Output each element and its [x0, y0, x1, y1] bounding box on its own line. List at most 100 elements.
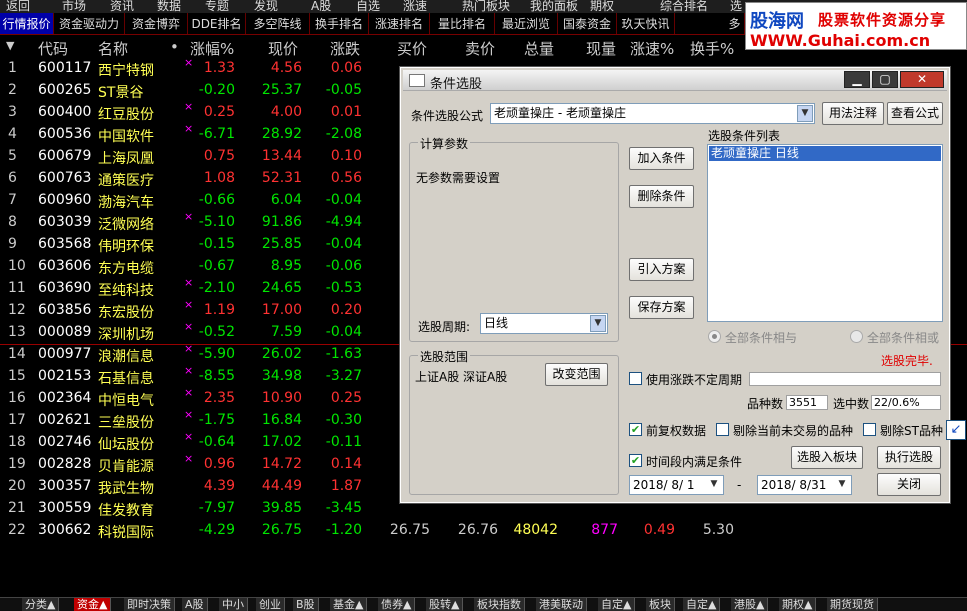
col-cur-volume[interactable]: 现量 [586, 38, 616, 59]
bottom-tab-6[interactable]: B股 [293, 598, 319, 611]
exclude-untraded-checkbox[interactable] [716, 423, 729, 436]
tab-3[interactable]: DDE排名 [188, 13, 246, 34]
tab-11[interactable]: 多 [725, 13, 745, 34]
menu-item-9[interactable]: 热门板块 [462, 0, 510, 13]
bottom-tab-10[interactable]: 板块指数 [474, 598, 525, 611]
bottom-tab-8[interactable]: 债券▲ [378, 598, 416, 611]
tab-9[interactable]: 国泰资金 [558, 13, 617, 34]
period-condition-checkbox[interactable]: ✔ [629, 454, 642, 467]
col-change[interactable]: 涨跌 [330, 38, 360, 59]
add-condition-button[interactable]: 加入条件 [629, 147, 694, 170]
condition-list-label: 选股条件列表 [708, 129, 781, 143]
tab-2[interactable]: 资金博弈 [125, 13, 188, 34]
bottom-tab-9[interactable]: 股转▲ [426, 598, 464, 611]
bottom-tab-14[interactable]: 自定▲ [683, 598, 721, 611]
menu-item-8[interactable]: 涨速 [403, 0, 427, 13]
progress-bar [749, 372, 941, 386]
menu-item-3[interactable]: 数据 [157, 0, 181, 13]
tab-10[interactable]: 玖天快讯 [617, 13, 675, 34]
close-icon[interactable]: ✕ [900, 71, 944, 88]
tab-6[interactable]: 涨速排名 [369, 13, 430, 34]
mark-icon: × [184, 210, 194, 223]
col-turnover[interactable]: 换手% [690, 38, 734, 59]
bottom-tab-16[interactable]: 期权▲ [779, 598, 817, 611]
tab-8[interactable]: 最近浏览 [495, 13, 558, 34]
bottom-tab-11[interactable]: 港美联动 [536, 598, 587, 611]
bottom-tab-4[interactable]: 中小 [219, 598, 248, 611]
menu-item-2[interactable]: 资讯 [110, 0, 134, 13]
count-label: 品种数 [747, 397, 784, 411]
menu-item-7[interactable]: 自选 [356, 0, 380, 13]
bottom-tab-12[interactable]: 自定▲ [598, 598, 636, 611]
col-ask[interactable]: 卖价 [465, 38, 495, 59]
col-name[interactable]: 名称 [98, 38, 128, 59]
bottom-tab-1[interactable]: 资金▲ [74, 598, 112, 611]
save-plan-button[interactable]: 保存方案 [629, 296, 694, 319]
tab-4[interactable]: 多空阵线 [246, 13, 310, 34]
condition-list[interactable]: 老顽童操庄 日线 [707, 144, 943, 322]
bottom-tab-2[interactable]: 即时决策 [124, 598, 175, 611]
uncertain-period-checkbox[interactable] [629, 372, 642, 385]
bottom-tab-7[interactable]: 基金▲ [330, 598, 368, 611]
col-mark[interactable]: • [170, 38, 179, 56]
change-scope-button[interactable]: 改变范围 [545, 363, 608, 386]
formula-select[interactable]: 老顽童操庄 - 老顽童操庄 ▼ [490, 103, 815, 124]
radio-or[interactable] [850, 330, 863, 343]
exclude-st-checkbox[interactable] [863, 423, 876, 436]
bottom-tab-13[interactable]: 板块 [646, 598, 675, 611]
condition-list-item[interactable]: 老顽童操庄 日线 [709, 146, 941, 161]
menu-item-1[interactable]: 市场 [62, 0, 86, 13]
bottom-tab-15[interactable]: 港股▲ [731, 598, 769, 611]
usage-notes-button[interactable]: 用法注释 [822, 102, 884, 125]
bottom-tab-3[interactable]: A股 [182, 598, 208, 611]
calendar-dropdown-icon[interactable]: ▼ [834, 477, 850, 493]
table-row[interactable]: 22 300662 科锐国际 -4.29 26.75 -1.20 26.75 26.76 480… [0, 520, 967, 542]
radio-and[interactable] [708, 330, 721, 343]
tab-0[interactable]: 行情报价 [0, 13, 54, 34]
close-button[interactable]: 关闭 [877, 473, 941, 496]
tab-7[interactable]: 量比排名 [430, 13, 495, 34]
side-tool-icon[interactable]: ↙ [946, 420, 966, 440]
run-screen-button[interactable]: 执行选股 [877, 446, 941, 469]
sort-down-icon[interactable]: ▼ [6, 39, 14, 52]
menu-item-13[interactable]: 选 [730, 0, 742, 13]
period-select[interactable]: 日线 ▼ [480, 313, 608, 334]
bottom-tab-5[interactable]: 创业 [256, 598, 285, 611]
chevron-down-icon[interactable]: ▼ [797, 105, 813, 122]
col-volume[interactable]: 总量 [524, 38, 554, 59]
stock-name: 我武生物 [98, 481, 154, 497]
params-group: 计算参数 无参数需要设置 选股周期: 日线 ▼ [409, 135, 619, 342]
import-plan-button[interactable]: 引入方案 [629, 258, 694, 281]
formula-label: 条件选股公式 [411, 109, 484, 123]
minimize-icon[interactable]: ▁ [844, 71, 870, 88]
col-pct[interactable]: 涨幅% [190, 38, 234, 59]
menu-item-11[interactable]: 期权 [590, 0, 614, 13]
price: 14.72 [261, 456, 302, 472]
date-to-input[interactable]: 2018/ 8/31 ▼ [757, 475, 852, 495]
mark-icon: × [184, 386, 194, 399]
menu-item-6[interactable]: A股 [311, 0, 331, 13]
date-from-input[interactable]: 2018/ 8/ 1 ▼ [629, 475, 724, 495]
change: 0.25 [330, 390, 362, 406]
restore-checkbox[interactable]: ✔ [629, 423, 642, 436]
delete-condition-button[interactable]: 删除条件 [629, 185, 694, 208]
menu-item-12[interactable]: 综合排名 [660, 0, 708, 13]
bottom-tab-17[interactable]: 期货现货 [827, 598, 878, 611]
col-bid[interactable]: 买价 [397, 38, 427, 59]
maximize-icon[interactable]: ▢ [872, 71, 898, 88]
menu-item-5[interactable]: 发现 [254, 0, 278, 13]
pct-change: -5.90 [198, 346, 235, 362]
menu-item-0[interactable]: 返回 [6, 0, 30, 13]
col-speed[interactable]: 涨速% [630, 38, 674, 59]
calendar-dropdown-icon[interactable]: ▼ [706, 477, 722, 493]
tab-1[interactable]: 资金驱动力 [54, 13, 125, 34]
to-block-button[interactable]: 选股入板块 [791, 446, 863, 469]
menu-item-10[interactable]: 我的面板 [530, 0, 578, 13]
col-price[interactable]: 现价 [268, 38, 298, 59]
menu-item-4[interactable]: 专题 [205, 0, 229, 13]
bottom-tab-0[interactable]: 分类▲ [22, 598, 60, 611]
view-formula-button[interactable]: 查看公式 [887, 102, 943, 125]
chevron-down-icon[interactable]: ▼ [590, 315, 606, 332]
col-code[interactable]: 代码 [38, 38, 68, 59]
tab-5[interactable]: 换手排名 [310, 13, 369, 34]
